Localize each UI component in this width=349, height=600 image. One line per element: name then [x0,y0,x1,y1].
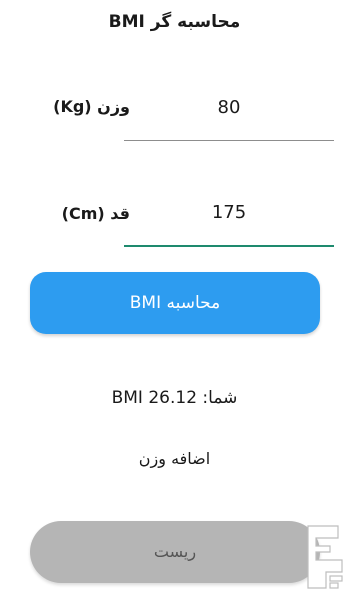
weight-label: وزن (Kg) [53,97,130,116]
bmi-result-text: شما: BMI 26.12 [111,388,238,408]
reset-button[interactable]: ریست [30,521,320,583]
page-title: محاسبه گر BMI [108,12,241,32]
calculate-bmi-button[interactable]: محاسبه BMI [30,272,320,334]
height-input[interactable]: 175 [124,199,334,227]
bmi-status-text: اضافه وزن [138,449,211,468]
weight-input-underline [124,140,334,141]
store-logo-icon [307,525,343,589]
weight-input[interactable]: 80 [124,94,334,122]
bmi-calculator-screen: محاسبه گر BMI وزن (Kg) 80 قد (Cm) 175 مح… [0,0,349,600]
height-label: قد (Cm) [61,204,130,223]
height-input-underline [124,245,334,247]
